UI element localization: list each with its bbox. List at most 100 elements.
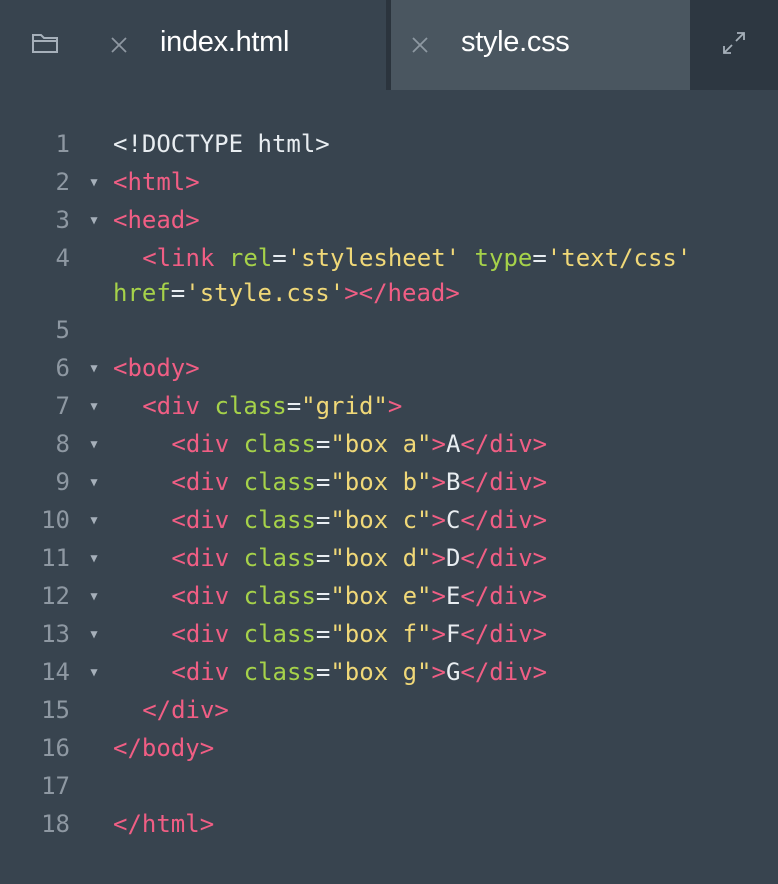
code-token: <body>	[113, 354, 200, 382]
code-line[interactable]: 3 ▼ <head>	[0, 201, 778, 239]
code-token: >	[431, 620, 446, 648]
code-token: >	[431, 582, 446, 610]
tab-bar: index.html style.css	[0, 0, 778, 90]
fold-toggle-icon[interactable]: ▼	[86, 463, 102, 501]
code-line[interactable]: 5	[0, 311, 778, 349]
fold-toggle-icon[interactable]: ▼	[86, 577, 102, 615]
fold-toggle-icon[interactable]: ▼	[86, 539, 102, 577]
code-token: ></head>	[344, 279, 460, 307]
code-token: class	[243, 658, 316, 686]
tab-style-css[interactable]: style.css	[391, 0, 690, 90]
code-token: >	[431, 506, 446, 534]
line-number: 3	[55, 206, 70, 234]
code-token: </div>	[460, 544, 548, 572]
code-line[interactable]: 15 </div>	[0, 691, 778, 729]
code-line[interactable]: 6 ▼ <body>	[0, 349, 778, 387]
code-line[interactable]: 13 ▼ <div class="box f">F</div>	[0, 615, 778, 653]
code-line[interactable]: href='style.css'></head>	[0, 274, 778, 312]
code-token: =	[170, 279, 186, 307]
line-number: 14	[41, 658, 70, 686]
code-token: =	[272, 244, 287, 272]
code-line[interactable]: 14 ▼ <div class="box g">G</div>	[0, 653, 778, 691]
code-token: 'stylesheet'	[286, 244, 461, 272]
code-content: href='style.css'></head>	[113, 274, 460, 312]
code-token: <link	[142, 244, 215, 272]
code-token: class	[243, 582, 316, 610]
code-token: =	[315, 620, 331, 648]
code-line[interactable]: 10 ▼ <div class="box c">C</div>	[0, 501, 778, 539]
close-tab-icon[interactable]	[409, 34, 431, 56]
line-number: 8	[55, 430, 70, 458]
code-line[interactable]: 9 ▼ <div class="box b">B</div>	[0, 463, 778, 501]
code-content: <div class="box c">C</div>	[113, 501, 547, 539]
code-line[interactable]: 12 ▼ <div class="box e">E</div>	[0, 577, 778, 615]
fold-toggle-icon[interactable]: ▼	[86, 387, 102, 425]
code-content: <body>	[113, 349, 200, 387]
code-token: class	[214, 392, 287, 420]
tab-label: style.css	[461, 26, 570, 58]
code-token: <html>	[113, 168, 200, 196]
code-content: <div class="box a">A</div>	[113, 425, 547, 463]
code-line[interactable]: 4 <link rel='stylesheet' type='text/css'	[0, 239, 778, 277]
code-content: <html>	[113, 163, 200, 201]
line-number: 9	[55, 468, 70, 496]
file-browser-button[interactable]	[0, 0, 90, 90]
code-token: "box e"	[330, 582, 432, 610]
code-token: "box a"	[330, 430, 432, 458]
code-token: F	[445, 620, 461, 648]
code-editor[interactable]: 1 <!DOCTYPE html> 2 ▼ <html> 3 ▼ <head> 4 <link r…	[0, 90, 778, 884]
code-token: =	[315, 430, 331, 458]
line-number: 11	[41, 544, 70, 572]
code-token: </html>	[113, 810, 215, 838]
code-content: <div class="box f">F</div>	[113, 615, 547, 653]
code-line[interactable]: 17	[0, 767, 778, 805]
line-number: 7	[55, 392, 70, 420]
code-line[interactable]: 16 </body>	[0, 729, 778, 767]
code-token: <div	[142, 392, 200, 420]
code-token: <head>	[113, 206, 200, 234]
code-token: </div>	[460, 506, 548, 534]
code-token: </div>	[460, 582, 548, 610]
fold-toggle-icon[interactable]: ▼	[86, 501, 102, 539]
fold-toggle-icon[interactable]: ▼	[86, 201, 102, 239]
code-token: </div>	[460, 658, 548, 686]
code-content: </div>	[113, 691, 229, 729]
code-token: "box d"	[330, 544, 432, 572]
fold-toggle-icon[interactable]: ▼	[86, 163, 102, 201]
code-token: >	[387, 392, 403, 420]
code-token: "grid"	[301, 392, 388, 420]
code-token: <div	[171, 620, 230, 648]
code-token: </div>	[460, 468, 548, 496]
code-line[interactable]: 7 ▼ <div class="grid">	[0, 387, 778, 425]
fold-toggle-icon[interactable]: ▼	[86, 615, 102, 653]
code-token: <div	[171, 430, 230, 458]
fold-toggle-icon[interactable]: ▼	[86, 425, 102, 463]
close-tab-icon[interactable]	[108, 34, 130, 56]
code-token: =	[286, 392, 302, 420]
tab-index-html[interactable]: index.html	[90, 0, 386, 90]
code-content: <div class="box b">B</div>	[113, 463, 547, 501]
code-token: =	[532, 244, 547, 272]
fold-toggle-icon[interactable]: ▼	[86, 349, 102, 387]
code-token: =	[315, 468, 331, 496]
fold-toggle-icon[interactable]: ▼	[86, 653, 102, 691]
line-number: 15	[41, 696, 70, 724]
code-line[interactable]: 11 ▼ <div class="box d">D</div>	[0, 539, 778, 577]
code-line[interactable]: 1 <!DOCTYPE html>	[0, 125, 778, 163]
expand-button[interactable]	[690, 0, 778, 90]
code-token: >	[431, 430, 446, 458]
line-number: 13	[41, 620, 70, 648]
code-token: </body>	[113, 734, 215, 762]
code-content: <link rel='stylesheet' type='text/css'	[113, 239, 691, 277]
code-token: class	[243, 506, 316, 534]
code-line[interactable]: 2 ▼ <html>	[0, 163, 778, 201]
code-token: <div	[171, 658, 230, 686]
code-token: <div	[171, 582, 230, 610]
code-line[interactable]: 18 </html>	[0, 805, 778, 843]
code-line[interactable]: 8 ▼ <div class="box a">A</div>	[0, 425, 778, 463]
